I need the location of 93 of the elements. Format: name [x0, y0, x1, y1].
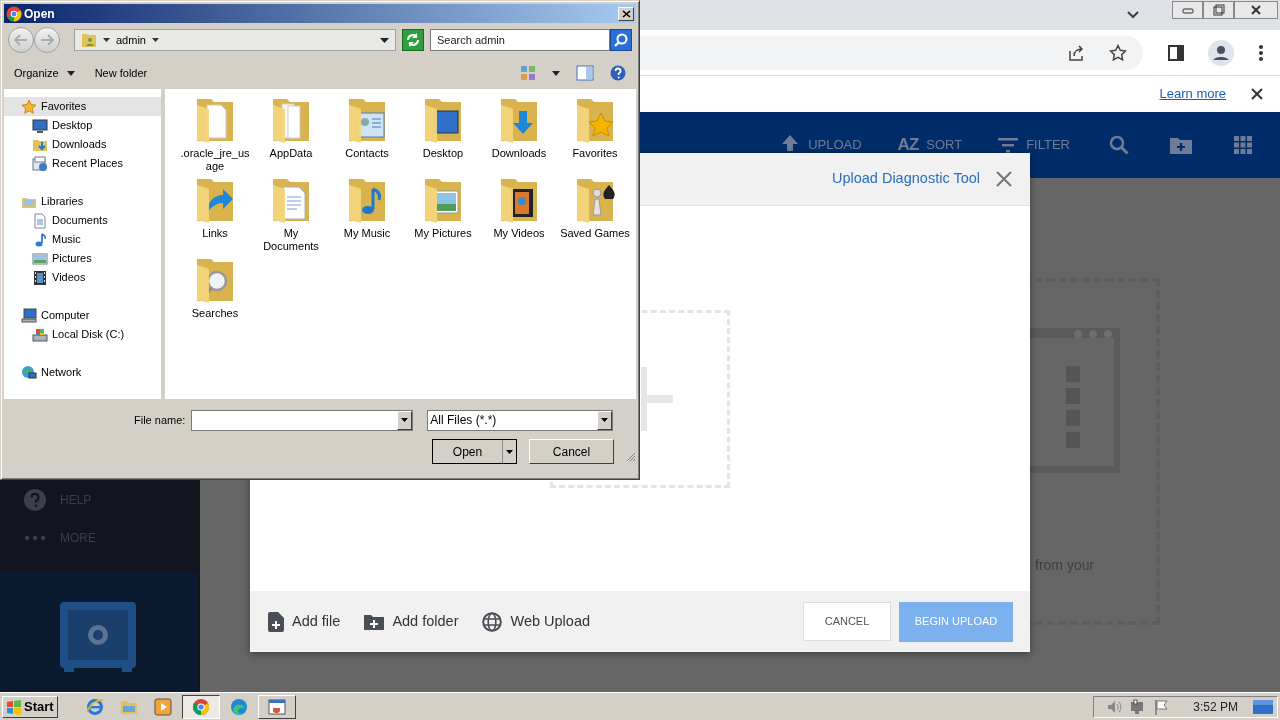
upload-diagnostic-link[interactable]: Upload Diagnostic Tool: [831, 168, 980, 190]
caret-icon[interactable]: [103, 38, 110, 42]
file-item[interactable]: .oracle_jre_usage: [177, 95, 253, 175]
nav-item[interactable]: Local Disk (C:): [4, 325, 161, 344]
nav-item[interactable]: Documents: [4, 211, 161, 230]
file-item[interactable]: AppData: [253, 95, 329, 175]
nav-item[interactable]: Music: [4, 230, 161, 249]
file-name-field[interactable]: [191, 409, 414, 431]
windows-logo-icon: [6, 698, 22, 715]
preview-pane-icon[interactable]: [576, 65, 594, 81]
user-folder-icon: [81, 32, 97, 48]
minimize-icon[interactable]: [1181, 6, 1194, 14]
start-button[interactable]: Start: [2, 695, 58, 718]
file-item[interactable]: My Videos: [481, 175, 557, 255]
document-icon: [32, 212, 48, 229]
resize-grip-icon[interactable]: [626, 451, 636, 462]
file-item[interactable]: Searches: [177, 255, 253, 335]
caret-icon[interactable]: [151, 38, 159, 42]
close-icon[interactable]: [1250, 4, 1262, 16]
minimize-button[interactable]: [1172, 1, 1203, 19]
search-icon[interactable]: [1109, 135, 1129, 155]
chevron-down-icon[interactable]: [1126, 10, 1140, 20]
profile-avatar[interactable]: [1208, 39, 1234, 66]
drive-icon: [32, 326, 48, 343]
file-item[interactable]: Favorites: [557, 95, 633, 175]
monitor-icon: [32, 117, 48, 134]
nav-item[interactable]: Desktop: [4, 116, 161, 135]
new-folder-button[interactable]: New folder: [94, 64, 148, 82]
file-item[interactable]: My Documents: [253, 175, 329, 255]
browser-icon[interactable]: [191, 697, 210, 716]
add-file-button[interactable]: Add file: [268, 610, 341, 633]
new-folder-icon[interactable]: [1170, 136, 1192, 154]
filter-icon[interactable]: [998, 137, 1019, 153]
open-button[interactable]: Open: [432, 439, 517, 464]
window-title: Open: [24, 5, 55, 23]
flag-icon[interactable]: [1154, 698, 1171, 715]
nav-item[interactable]: Recent Places: [4, 154, 161, 173]
share-icon[interactable]: [1067, 43, 1085, 62]
nav-item[interactable]: Videos: [4, 268, 161, 287]
grid-icon[interactable]: [1234, 136, 1252, 154]
file-item[interactable]: Links: [177, 175, 253, 255]
file-item[interactable]: Downloads: [481, 95, 557, 175]
nav-item[interactable]: Network: [4, 363, 161, 382]
file-type-select[interactable]: All Files (*.*): [427, 409, 614, 431]
dropdown-icon[interactable]: [601, 418, 609, 422]
close-icon[interactable]: [1250, 87, 1264, 101]
app-icon: [6, 5, 22, 22]
restore-icon[interactable]: [1212, 4, 1225, 16]
star-icon: [21, 98, 37, 115]
file-item[interactable]: My Pictures: [405, 175, 481, 255]
nav-item[interactable]: Favorites: [4, 97, 161, 116]
star-icon[interactable]: [1109, 43, 1127, 62]
nav-item[interactable]: Pictures: [4, 249, 161, 268]
close-button[interactable]: [1234, 1, 1278, 19]
nav-item[interactable]: Libraries: [4, 192, 161, 211]
address-field[interactable]: admin: [74, 29, 396, 51]
media-player-icon[interactable]: [153, 697, 172, 716]
cancel-button[interactable]: CANCEL: [803, 602, 891, 641]
recent-places-icon: [32, 155, 48, 172]
taskbar-button[interactable]: [181, 694, 220, 719]
search-field[interactable]: Search admin: [430, 29, 610, 51]
add-file-icon[interactable]: [268, 611, 284, 632]
cancel-button[interactable]: Cancel: [529, 439, 614, 464]
field-label: File name:: [134, 412, 186, 428]
file-item[interactable]: My Music: [329, 175, 405, 255]
caret-icon[interactable]: [506, 449, 513, 454]
menu-icon[interactable]: [1258, 43, 1264, 62]
help-icon[interactable]: [610, 65, 626, 81]
breadcrumb-item[interactable]: admin: [116, 31, 146, 49]
computer-icon: [21, 307, 37, 324]
clock: 3:52 PM: [1193, 698, 1238, 716]
browser-icon[interactable]: [85, 697, 104, 716]
network-icon: [21, 364, 37, 381]
file-item[interactable]: Saved Games: [557, 175, 633, 255]
add-folder-button[interactable]: Add folder: [364, 610, 459, 633]
add-folder-icon[interactable]: [364, 613, 385, 630]
nav-item[interactable]: Computer: [4, 306, 161, 325]
side-panel-icon[interactable]: [1168, 44, 1184, 61]
file-item[interactable]: Desktop: [405, 95, 481, 175]
film-icon: [32, 269, 48, 286]
dropdown-icon[interactable]: [380, 37, 389, 43]
organize-menu[interactable]: Organize: [14, 64, 75, 82]
web-upload-button[interactable]: Web Upload: [482, 610, 590, 633]
plus-icon: [641, 367, 673, 431]
file-item[interactable]: Contacts: [329, 95, 405, 175]
picture-icon: [32, 250, 48, 267]
globe-icon[interactable]: [482, 611, 503, 632]
show-desktop-icon[interactable]: [1253, 698, 1273, 715]
learn-more-link[interactable]: Learn more: [1159, 84, 1226, 104]
nav-item[interactable]: Downloads: [4, 135, 161, 154]
restore-button[interactable]: [1203, 1, 1234, 19]
app-icon[interactable]: [267, 697, 286, 716]
dropdown-icon[interactable]: [401, 418, 409, 422]
